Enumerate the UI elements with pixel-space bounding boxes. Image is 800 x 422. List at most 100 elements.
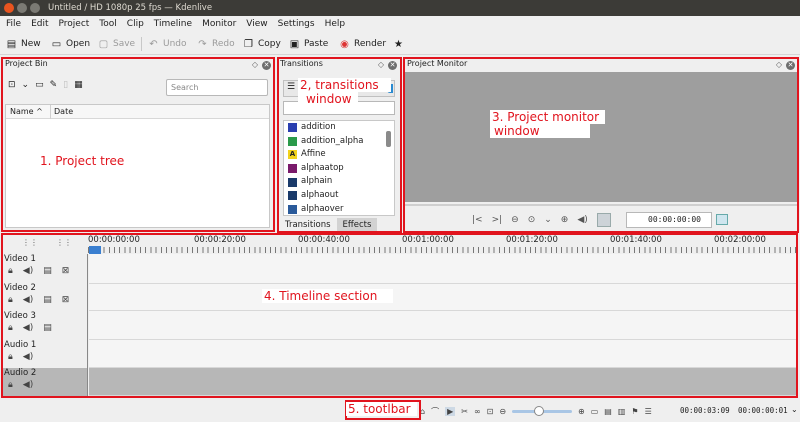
new-button[interactable]: ▤ New [6,33,41,55]
select-tool-icon[interactable]: ▶ [445,406,456,416]
transition-item[interactable]: alphaout [284,189,394,203]
paste-button[interactable]: ▣ Paste [289,33,329,55]
film-strip-icon[interactable]: ▤ [604,407,612,416]
chevron-down-icon[interactable]: ⌄ [791,405,798,414]
curve-icon[interactable]: ⌒ [431,406,439,417]
transition-item[interactable]: A Affine [284,148,394,162]
window-minimize-button[interactable] [17,3,27,13]
track-row-audio-1[interactable] [89,340,797,368]
track-row-video-1[interactable] [89,254,797,284]
window-close-button[interactable] [4,3,14,13]
zoom-in-icon[interactable]: ⊕ [578,407,585,416]
undo-button[interactable]: ↶ Undo [148,33,186,55]
mute-icon[interactable]: ◀) [23,352,33,362]
add-clip-icon[interactable]: ⊡ [8,80,16,90]
split-audio-icon[interactable]: ⋮⋮ [22,238,38,247]
menu-project[interactable]: Project [54,16,95,33]
razor-tool-icon[interactable]: ✂ [461,407,468,416]
menu-help[interactable]: Help [320,16,351,33]
track-row-video-3[interactable] [89,311,797,340]
delete-clip-icon[interactable]: ▯ [63,80,68,90]
menu-monitor[interactable]: Monitor [197,16,241,33]
view-mode-icon[interactable]: ▦ [74,80,83,90]
mute-icon[interactable]: ◀) [23,295,33,305]
list-view-icon[interactable]: ☰ [287,82,295,92]
zoom-out-icon[interactable]: ⊖ [499,407,506,416]
composite-icon[interactable]: ⊠ [62,266,70,276]
edit-clip-icon[interactable]: ✎ [50,80,58,90]
playhead[interactable] [89,246,101,254]
go-to-start-icon[interactable]: |< [472,215,483,225]
save-button[interactable]: ▢ Save [98,33,135,55]
spacer-tool-icon[interactable]: ∞ [474,407,481,416]
monitor-screen[interactable] [405,72,797,202]
close-panel-icon[interactable]: ✕ [262,60,271,70]
film-icon[interactable]: ▤ [43,266,52,276]
track-row-video-2[interactable] [89,284,797,311]
lock-icon[interactable]: 🔒︎ [8,295,13,305]
float-panel-icon[interactable]: ◇ [252,59,258,71]
zoom-slider-handle[interactable] [534,405,545,416]
close-panel-icon[interactable]: ✕ [388,60,397,70]
menu-tool[interactable]: Tool [94,16,121,33]
transition-item[interactable]: alphain [284,175,394,189]
chevron-down-icon[interactable]: ⌄ [544,215,552,225]
timeline-ruler[interactable]: 00:00:00:00 00:00:20:00 00:00:40:00 00:0… [88,235,798,254]
transitions-scrollbar[interactable] [386,131,391,147]
monitor-icon[interactable]: ▭ [591,407,599,416]
chevron-down-icon[interactable]: ⌄ [22,80,30,90]
redo-button[interactable]: ↷ Redo [197,33,234,55]
film-icon[interactable]: ▤ [43,323,52,333]
tab-transitions[interactable]: Transitions [279,218,337,232]
column-name[interactable]: Name ^ [10,105,43,119]
column-date[interactable]: Date [50,105,73,119]
favorite-button[interactable]: ★ [393,33,408,55]
transitions-list[interactable]: addition addition_alpha A Affine alphaato… [283,120,395,216]
zoom-slider[interactable] [512,405,573,416]
monitor-position-bar[interactable] [405,204,797,206]
transition-item[interactable]: addition [284,121,394,135]
project-bin-search-input[interactable]: Search [166,79,268,96]
window-maximize-button[interactable] [30,3,40,13]
track-options-icon[interactable]: ⋮⋮ [56,238,72,247]
menu-settings[interactable]: Settings [273,16,320,33]
menu-clip[interactable]: Clip [122,16,149,33]
rewind-icon[interactable]: ⊖ [511,215,519,225]
lock-icon[interactable]: 🔒︎ [8,352,13,362]
film-icon[interactable]: ▤ [43,295,52,305]
transition-item[interactable]: alphaover [284,203,394,215]
forward-icon[interactable]: ⊕ [561,215,569,225]
monitor-timecode-field[interactable]: 00:00:00:00 [626,212,712,228]
flag-icon[interactable]: ⚑ [631,407,638,416]
tab-effects[interactable]: Effects [336,218,378,232]
lock-icon[interactable]: 🔒︎ [8,323,13,333]
mute-icon[interactable]: ◀) [23,266,33,276]
lock-icon[interactable]: 🔒︎ [8,380,13,390]
menu-file[interactable]: File [0,16,26,33]
add-folder-icon[interactable]: ▭ [35,80,44,90]
lock-icon[interactable]: 🔒︎ [8,266,13,276]
fullscreen-icon[interactable] [596,213,611,227]
menu-timeline[interactable]: Timeline [149,16,197,33]
render-button[interactable]: ◉ Render [339,33,386,55]
copy-button[interactable]: ❐ Copy [243,33,281,55]
list-icon[interactable]: ☰ [645,407,652,416]
track-row-audio-2[interactable] [89,368,797,396]
add-marker-icon[interactable] [716,214,728,225]
composite-icon[interactable]: ⊠ [62,295,70,305]
play-icon[interactable]: ⊙ [528,215,536,225]
split-view-icon[interactable]: ▥ [618,407,626,416]
float-panel-icon[interactable]: ◇ [776,59,782,71]
snap-icon[interactable]: ⌂ [420,407,425,416]
transition-item[interactable]: addition_alpha [284,135,394,149]
float-panel-icon[interactable]: ◇ [378,59,384,71]
menu-view[interactable]: View [241,16,272,33]
close-panel-icon[interactable]: ✕ [786,60,795,70]
menu-edit[interactable]: Edit [26,16,53,33]
mute-icon[interactable]: ◀) [23,380,33,390]
open-button[interactable]: ▭ Open [51,33,90,55]
fit-zoom-icon[interactable]: ⊡ [487,407,494,416]
transition-item[interactable]: alphaatop [284,162,394,176]
volume-icon[interactable]: ◀) [577,215,587,225]
mute-icon[interactable]: ◀) [23,323,33,333]
